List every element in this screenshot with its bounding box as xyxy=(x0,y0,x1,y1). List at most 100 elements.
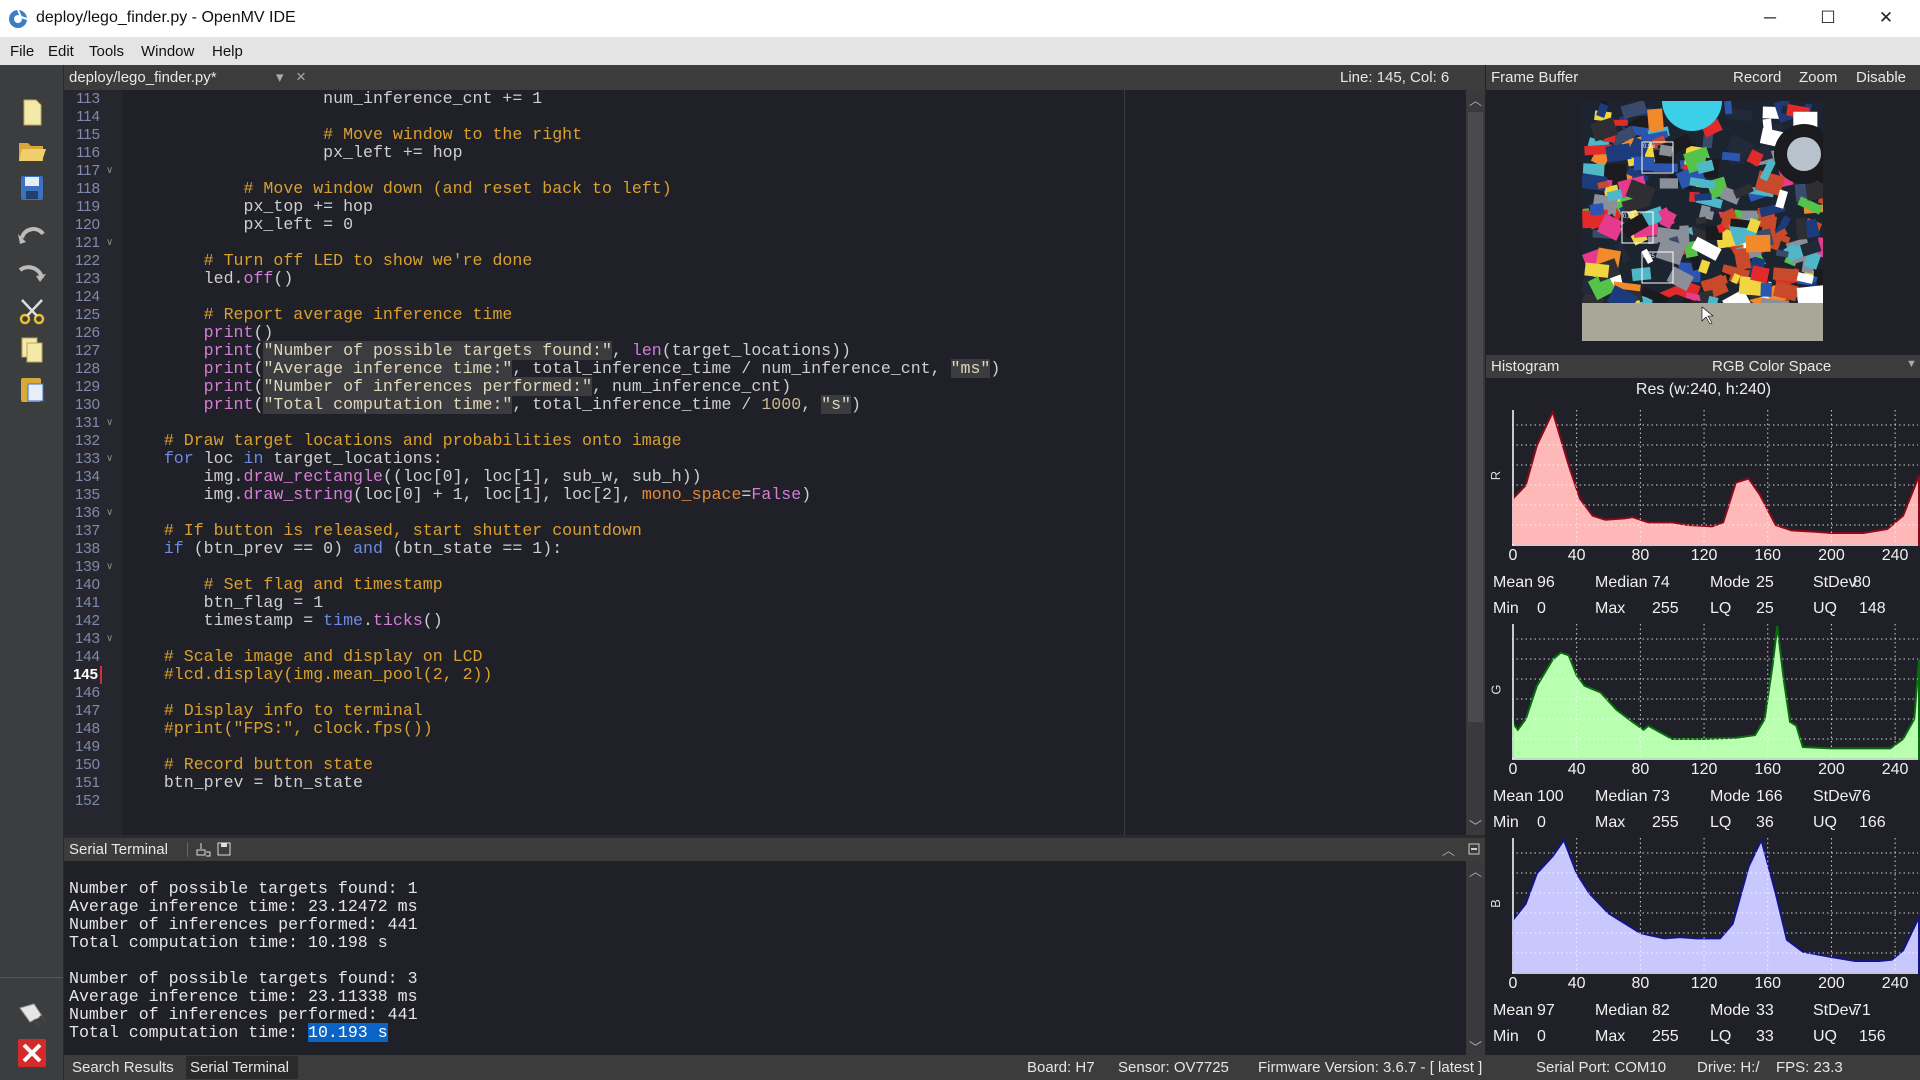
fold-chevron-icon[interactable]: ∨ xyxy=(106,414,113,432)
code-line[interactable]: print("Number of possible targets found:… xyxy=(124,341,851,360)
code-line[interactable]: px_top += hop xyxy=(124,198,372,216)
scroll-down-icon[interactable]: ﹀ xyxy=(1469,1037,1482,1056)
code-line[interactable]: btn_prev = btn_state xyxy=(124,774,363,792)
code-line[interactable]: # Move window to the right xyxy=(124,126,582,144)
code-line[interactable]: # Report average inference time xyxy=(124,306,513,324)
code-line[interactable]: print("Total computation time:", total_i… xyxy=(124,395,861,414)
code-token: (btn_state == 1): xyxy=(382,539,563,558)
code-line[interactable]: # Display info to terminal xyxy=(124,702,423,720)
lego-brick xyxy=(1659,178,1679,189)
histogram-r-plot xyxy=(1512,410,1920,546)
color-space-select[interactable]: RGB Color Space xyxy=(1712,358,1831,375)
save-icon[interactable] xyxy=(16,173,48,203)
code-line[interactable]: num_inference_cnt += 1 xyxy=(124,90,542,108)
cut-icon[interactable] xyxy=(16,297,48,327)
editor-tab-filename[interactable]: deploy/lego_finder.py* xyxy=(69,69,217,86)
chevron-down-icon[interactable]: ▼ xyxy=(1906,358,1917,370)
code-token: . xyxy=(363,611,373,630)
code-line[interactable]: # Record button state xyxy=(124,756,373,774)
scroll-up-icon[interactable]: ︿ xyxy=(1469,90,1482,109)
disable-button[interactable]: Disable xyxy=(1856,69,1906,86)
code-line[interactable]: img.draw_string(loc[0] + 1, loc[1], loc[… xyxy=(124,486,812,504)
line-number: 152 xyxy=(74,792,100,809)
code-line[interactable]: #lcd.display(img.mean_pool(2, 2)) xyxy=(124,666,493,684)
code-line[interactable]: #print("FPS:", clock.fps()) xyxy=(124,720,433,738)
code-line[interactable]: px_left = 0 xyxy=(124,216,353,234)
record-button[interactable]: Record xyxy=(1733,69,1781,86)
fold-chevron-icon[interactable]: ∨ xyxy=(106,162,113,180)
fold-chevron-icon[interactable]: ∨ xyxy=(106,450,113,468)
new-file-icon[interactable] xyxy=(16,97,48,127)
tab-search-results[interactable]: Search Results xyxy=(72,1059,174,1076)
maximize-terminal-icon[interactable] xyxy=(1468,843,1480,855)
code-token: ) xyxy=(850,395,861,414)
menu-file[interactable]: File xyxy=(10,43,34,60)
open-file-icon[interactable] xyxy=(16,135,48,165)
stat-value-mode: 166 xyxy=(1756,788,1783,805)
code-line[interactable]: print() xyxy=(124,324,274,342)
paste-icon[interactable] xyxy=(16,374,48,404)
code-line[interactable]: if (btn_prev == 0) and (btn_state == 1): xyxy=(124,540,562,558)
code-line[interactable]: btn_flag = 1 xyxy=(124,594,324,612)
terminal-scrollbar[interactable]: ︿ ﹀ xyxy=(1466,861,1485,1055)
collapse-terminal-icon[interactable]: ︿ xyxy=(1442,840,1455,859)
code-line[interactable]: # If button is released, start shutter c… xyxy=(124,522,642,540)
clear-terminal-icon[interactable] xyxy=(195,842,211,857)
x-tick-label: 40 xyxy=(1567,975,1586,992)
code-line[interactable]: for loc in target_locations: xyxy=(124,450,443,468)
close-window-button[interactable]: ✕ xyxy=(1863,4,1909,32)
tab-dropdown-icon[interactable]: ▾ xyxy=(276,68,284,86)
selected-text[interactable]: 10.193 s xyxy=(308,1023,388,1042)
fold-chevron-icon[interactable]: ∨ xyxy=(106,558,113,576)
stat-value-mode: 33 xyxy=(1756,1002,1774,1019)
lego-brick xyxy=(1795,217,1808,240)
fold-chevron-icon[interactable]: ∨ xyxy=(106,504,113,522)
redo-icon[interactable] xyxy=(16,258,48,288)
tab-close-icon[interactable]: × xyxy=(296,67,306,87)
code-token: # Set flag and timestamp xyxy=(124,575,443,594)
undo-icon[interactable] xyxy=(16,220,48,250)
editor-scrollbar[interactable]: ︿ ﹀ xyxy=(1466,90,1485,835)
lego-brick xyxy=(1694,193,1712,202)
save-terminal-icon[interactable] xyxy=(217,842,231,856)
menu-window[interactable]: Window xyxy=(141,43,194,60)
code-line[interactable]: px_left += hop xyxy=(124,144,462,162)
code-line[interactable]: led.off() xyxy=(124,270,294,288)
code-line[interactable]: img.draw_rectangle((loc[0], loc[1], sub_… xyxy=(124,468,702,486)
menu-help[interactable]: Help xyxy=(212,43,243,60)
maximize-button[interactable]: ☐ xyxy=(1805,4,1851,32)
x-tick-label: 40 xyxy=(1567,547,1586,564)
x-tick-label: 160 xyxy=(1754,547,1782,564)
status-firmware[interactable]: Firmware Version: 3.6.7 - [ latest ] xyxy=(1258,1059,1482,1076)
menu-tools[interactable]: Tools xyxy=(89,43,124,60)
stop-icon[interactable] xyxy=(16,1038,48,1068)
copy-icon[interactable] xyxy=(16,335,48,365)
code-token: "Number of inferences performed:" xyxy=(263,377,593,396)
zoom-button[interactable]: Zoom xyxy=(1799,69,1837,86)
code-line[interactable]: # Scale image and display on LCD xyxy=(124,648,483,666)
code-editor[interactable]: 113 114 115 116 117 ∨ 118 119 120 121 ∨ 122 123 124 12… xyxy=(64,90,1466,835)
code-line[interactable]: # Move window down (and reset back to le… xyxy=(124,180,671,198)
lego-brick xyxy=(1631,267,1652,282)
code-line[interactable]: print("Average inference time:", total_i… xyxy=(124,359,1000,378)
code-line[interactable]: print("Number of inferences performed:",… xyxy=(124,377,791,396)
line-number: 113 xyxy=(76,90,100,107)
code-line[interactable]: timestamp = time.ticks() xyxy=(124,612,443,630)
minimize-button[interactable]: ─ xyxy=(1747,4,1793,32)
frame-buffer-image[interactable]: 0.98 0.88 0.85 xyxy=(1582,101,1823,341)
scrollbar-thumb[interactable] xyxy=(1468,112,1483,722)
tab-serial-terminal[interactable]: Serial Terminal xyxy=(190,1059,289,1076)
connect-icon[interactable] xyxy=(16,1000,48,1030)
fold-chevron-icon[interactable]: ∨ xyxy=(106,630,113,648)
serial-terminal-output[interactable]: Number of possible targets found: 1 Avera… xyxy=(64,861,1466,1055)
code-line[interactable]: # Draw target locations and probabilitie… xyxy=(124,432,682,450)
scroll-up-icon[interactable]: ︿ xyxy=(1469,861,1482,880)
scroll-down-icon[interactable]: ﹀ xyxy=(1469,816,1482,835)
code-line[interactable]: # Turn off LED to show we're done xyxy=(124,252,533,270)
menu-edit[interactable]: Edit xyxy=(48,43,74,60)
fold-chevron-icon[interactable]: ∨ xyxy=(106,234,113,252)
code-line[interactable]: # Set flag and timestamp xyxy=(124,576,443,594)
